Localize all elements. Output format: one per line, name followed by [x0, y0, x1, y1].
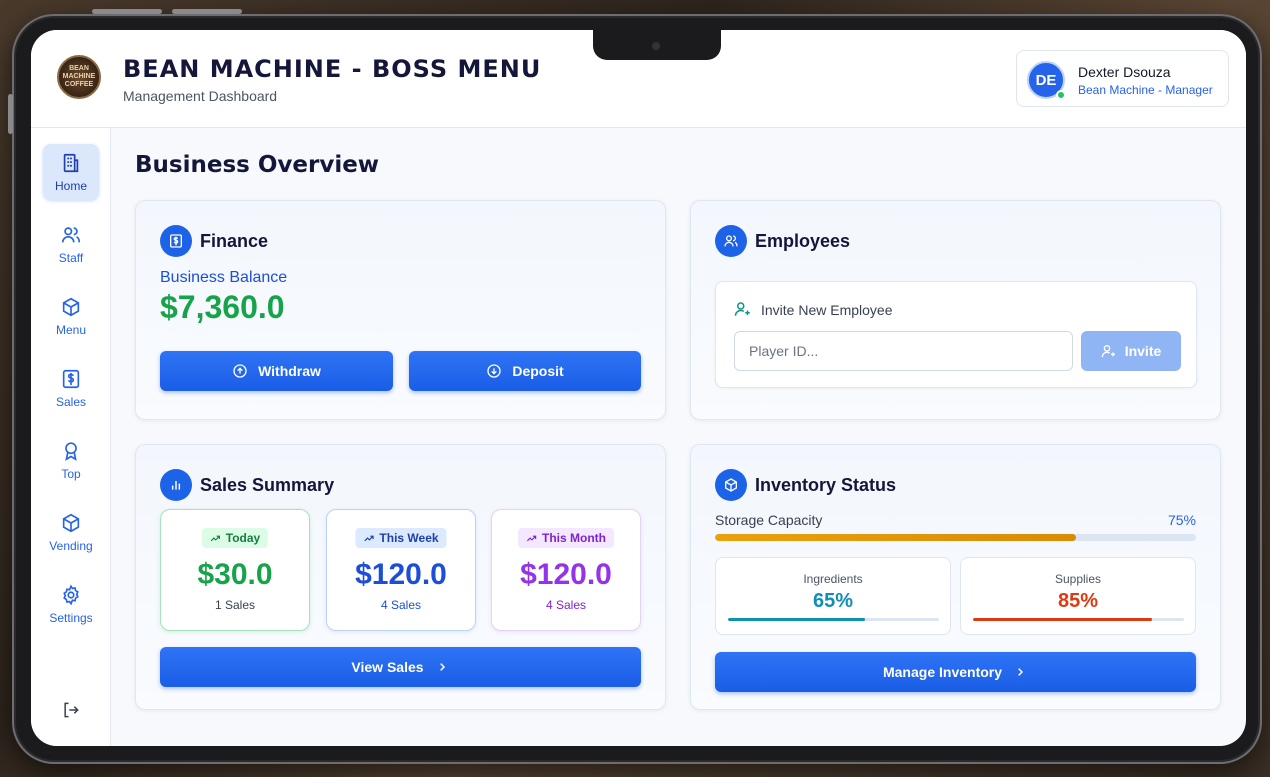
ingredients-box: Ingredients 65%	[715, 557, 951, 635]
week-count: 4 Sales	[380, 598, 422, 612]
sales-month-box: This Month $120.0 4 Sales	[491, 509, 641, 631]
balance-value: $7,360.0	[160, 289, 285, 325]
volume-button	[8, 94, 13, 134]
week-value: $120.0	[355, 558, 447, 591]
sidebar-item-label: Staff	[58, 250, 84, 265]
invite-panel: Invite New Employee Invite	[715, 281, 1197, 388]
sales-title: Sales Summary	[200, 475, 335, 495]
finance-title: Finance	[200, 231, 269, 251]
ingredients-bar-fill	[728, 618, 866, 621]
sidebar-item-label: Vending	[49, 538, 93, 553]
ingredients-percent: 65%	[812, 590, 854, 612]
dollar-icon	[62, 369, 80, 388]
app-title: BEAN MACHINE - BOSS MENU	[123, 55, 542, 83]
power-button	[92, 9, 162, 14]
box-icon	[715, 469, 747, 501]
users-icon	[61, 226, 81, 242]
withdraw-button[interactable]: Withdraw	[160, 351, 393, 391]
user-name: Dexter Dsouza	[1078, 64, 1171, 80]
sales-summary-card: Sales Summary Today $30.0 1 Sales This W…	[135, 444, 666, 710]
view-sales-label: View Sales	[351, 659, 424, 675]
storage-progress-bar	[715, 534, 1196, 541]
online-status-dot	[1056, 90, 1066, 100]
app-subtitle: Management Dashboard	[123, 88, 278, 104]
inventory-title: Inventory Status	[755, 475, 897, 495]
sidebar-item-home[interactable]: Home	[43, 144, 99, 200]
finance-card: Finance Business Balance $7,360.0 Withdr…	[135, 200, 666, 420]
arrow-down-circle-icon	[487, 364, 501, 378]
sidebar-item-label: Menu	[55, 322, 87, 337]
deposit-button[interactable]: Deposit	[409, 351, 641, 391]
supplies-percent: 85%	[1057, 590, 1099, 612]
sales-week-box: This Week $120.0 4 Sales	[326, 509, 476, 631]
month-value: $120.0	[520, 558, 612, 591]
supplies-label: Supplies	[1054, 572, 1102, 586]
supplies-bar	[973, 618, 1184, 621]
chevron-right-icon	[439, 663, 445, 671]
sidebar-item-settings[interactable]: Settings	[43, 576, 99, 632]
sidebar-item-label: Sales	[55, 394, 87, 409]
sidebar-item-sales[interactable]: Sales	[43, 360, 99, 416]
user-role: Bean Machine - Manager	[1078, 83, 1213, 97]
trend-up-icon	[210, 535, 220, 541]
finance-dollar-icon	[160, 225, 192, 257]
screen: BEAN MACHINE COFFEE BEAN MACHINE - BOSS …	[31, 30, 1246, 746]
ingredients-bar	[728, 618, 939, 621]
sidebar-item-menu[interactable]: Menu	[43, 288, 99, 344]
supplies-box: Supplies 85%	[960, 557, 1196, 635]
inventory-card: Inventory Status Storage Capacity 75% In…	[690, 444, 1221, 710]
user-plus-icon	[734, 302, 750, 316]
chevron-right-icon	[1018, 668, 1024, 676]
gear-icon	[63, 584, 79, 605]
sidebar-item-top[interactable]: Top	[43, 432, 99, 488]
sidebar-item-staff[interactable]: Staff	[43, 216, 99, 272]
employees-users-icon	[715, 225, 747, 257]
sidebar-item-label: Settings	[49, 610, 93, 625]
employees-title: Employees	[755, 231, 851, 251]
player-id-input[interactable]	[734, 331, 1073, 371]
tablet-frame: BEAN MACHINE COFFEE BEAN MACHINE - BOSS …	[8, 9, 1262, 764]
supplies-bar-fill	[973, 618, 1153, 621]
power-button-2	[172, 9, 242, 14]
building-icon	[63, 153, 79, 172]
manage-inventory-label: Manage Inventory	[882, 664, 1003, 680]
sidebar: Home Staff Menu Sales Top Vending Settin…	[31, 128, 111, 746]
sidebar-item-label: Top	[61, 466, 81, 481]
arrow-up-circle-icon	[233, 364, 247, 378]
month-badge: This Month	[518, 528, 614, 548]
sidebar-item-vending[interactable]: Vending	[43, 504, 99, 560]
deposit-label: Deposit	[512, 363, 564, 379]
invite-label: Invite New Employee	[761, 302, 893, 318]
user-plus-icon	[1101, 345, 1115, 358]
trend-up-icon	[526, 535, 537, 541]
camera-notch	[593, 30, 721, 60]
logout-icon[interactable]	[61, 700, 81, 720]
logo: BEAN MACHINE COFFEE	[57, 55, 101, 99]
today-badge: Today	[201, 528, 269, 548]
page-title: Business Overview	[135, 152, 380, 178]
storage-percent: 75%	[1167, 512, 1196, 528]
today-value: $30.0	[197, 558, 273, 591]
storage-progress-fill	[715, 534, 1076, 541]
week-badge: This Week	[355, 528, 447, 548]
ingredients-label: Ingredients	[803, 572, 863, 586]
sidebar-item-label: Home	[54, 178, 87, 193]
today-count: 1 Sales	[214, 598, 256, 612]
bar-chart-icon	[160, 469, 192, 501]
box-icon	[62, 297, 80, 316]
invite-button-label: Invite	[1124, 343, 1162, 359]
award-icon	[65, 441, 77, 461]
storage-label: Storage Capacity	[715, 512, 823, 528]
box-icon	[62, 513, 80, 532]
balance-label: Business Balance	[160, 269, 288, 286]
manage-inventory-button[interactable]: Manage Inventory	[715, 652, 1196, 692]
view-sales-button[interactable]: View Sales	[160, 647, 641, 687]
invite-button[interactable]: Invite	[1081, 331, 1181, 371]
trend-up-icon	[364, 535, 374, 541]
sales-today-box: Today $30.0 1 Sales	[160, 509, 310, 631]
month-count: 4 Sales	[545, 598, 587, 612]
user-card[interactable]: DE Dexter Dsouza Bean Machine - Manager	[1016, 50, 1229, 107]
employees-card: Employees Invite New Employee Invite	[690, 200, 1221, 420]
withdraw-label: Withdraw	[258, 363, 321, 379]
